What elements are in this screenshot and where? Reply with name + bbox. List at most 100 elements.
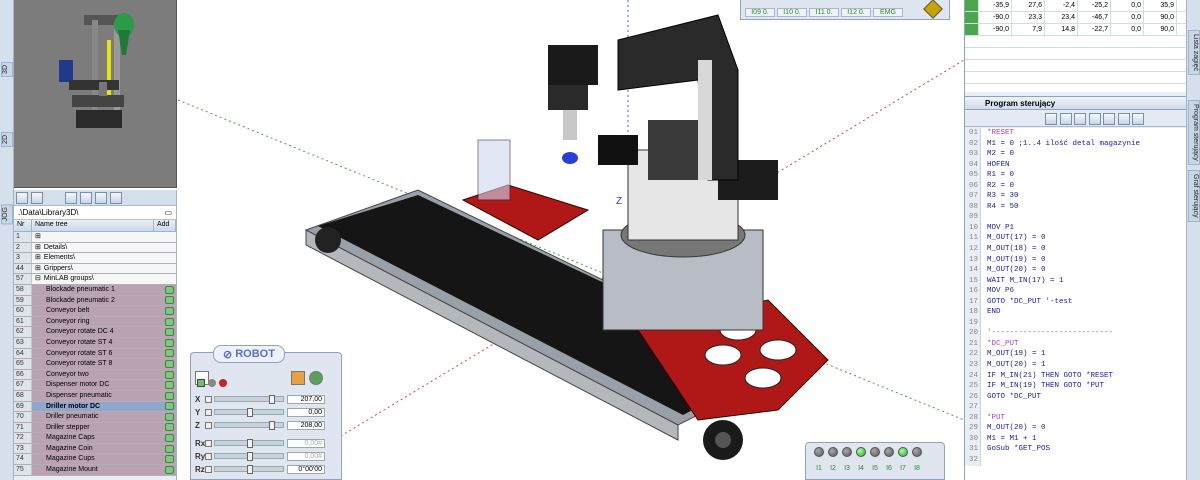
code-line[interactable]: 12 M_OUT(18) = 0 (965, 244, 1187, 255)
expand-icon[interactable]: ⊞ (35, 244, 41, 251)
coord-slider[interactable] (214, 452, 284, 461)
code-line[interactable]: 19 (965, 317, 1187, 329)
path-browse-icon[interactable]: ▭ (164, 208, 172, 217)
add-item-button[interactable] (162, 465, 176, 475)
code-line[interactable]: 17 GOTO *DC_PUT '-test (965, 296, 1187, 308)
expand-icon[interactable]: ⊞ (35, 233, 41, 240)
run-icon[interactable] (1074, 113, 1087, 125)
mode-red-icon[interactable] (219, 379, 227, 387)
list-icon[interactable] (1103, 113, 1116, 125)
decrement-icon[interactable] (205, 465, 212, 473)
add-item-button[interactable] (162, 359, 176, 369)
tree-item-row[interactable]: 71 Driller stepper (14, 422, 176, 434)
add-item-button[interactable] (162, 338, 176, 348)
code-line[interactable]: 03 M2 = 0 (965, 149, 1187, 160)
slider-thumb[interactable] (247, 452, 253, 461)
coord-value[interactable]: 0°00'00 (287, 464, 325, 474)
tree-item-row[interactable]: 70 Driller pneumatic (14, 412, 176, 423)
tree-group-row[interactable]: 44 ⊞ Grippers\ (14, 263, 176, 275)
coord-value[interactable]: 0,00 (287, 407, 325, 417)
decrement-icon[interactable] (205, 395, 212, 403)
tab-graf-sterujacy[interactable]: Graf sterujący (1188, 170, 1200, 222)
slider-thumb[interactable] (247, 465, 253, 474)
code-line[interactable]: 27 (965, 402, 1187, 413)
code-line[interactable]: 02 M1 = 0 ;1..4 ilość detal magazynie (965, 138, 1187, 150)
add-item-button[interactable] (162, 285, 176, 295)
tree-group-row[interactable]: 57 ⊟ MinLAB groups\ (14, 274, 176, 285)
coord-value[interactable]: 0,00# (287, 438, 325, 448)
coord-slider[interactable] (214, 421, 284, 430)
slider-thumb[interactable] (269, 395, 276, 404)
tree-item-row[interactable]: 59 Blockade pneumatic 2 (14, 295, 176, 307)
code-line[interactable]: 05 R1 = 0 (965, 170, 1187, 181)
tree-item-row[interactable]: 73 Magazine Coin (14, 443, 176, 455)
tree-item-row[interactable]: 63 Conveyor rotate ST 4 (14, 337, 176, 349)
decrement-icon[interactable] (205, 421, 212, 429)
position-row[interactable]: -90,0 23,3 23,4 -46,7 0,0 90,0 (965, 12, 1187, 24)
stop-icon[interactable] (1088, 113, 1101, 125)
coord-slider[interactable] (214, 465, 284, 474)
decrement-icon[interactable] (205, 408, 212, 416)
tab-program-sterujacy[interactable]: Program sterujący (1188, 100, 1200, 165)
code-line[interactable]: 11 M_OUT(17) = 0 (965, 233, 1187, 245)
tab-2d[interactable]: 2D (1, 132, 13, 147)
grid-view-icon[interactable] (31, 191, 43, 204)
slider-thumb[interactable] (247, 439, 253, 448)
col-name[interactable]: Name tree (32, 220, 154, 231)
tree-item-row[interactable]: 60 Conveyor belt (14, 306, 176, 317)
code-line[interactable]: 15 WAIT M_IN(17) = 1 (965, 275, 1187, 287)
coord-value[interactable]: 207,00 (287, 394, 325, 404)
slider-thumb[interactable] (269, 421, 276, 430)
col-add[interactable]: Add (154, 220, 176, 231)
add-item-button[interactable] (162, 380, 176, 390)
expand-icon[interactable]: ⊟ (35, 275, 41, 282)
add-item-button[interactable] (162, 444, 176, 454)
tree-item-row[interactable]: 68 Dispenser pneumatic (14, 390, 176, 402)
coord-value[interactable]: 208,00 (287, 420, 325, 430)
code-line[interactable]: 24 IF M_IN(21) THEN GOTO *RESET (965, 370, 1187, 382)
code-line[interactable]: 01 *RESET (965, 128, 1187, 139)
tree-item-row[interactable]: 66 Conveyor two (14, 369, 176, 381)
code-line[interactable]: 14 M_OUT(20) = 0 (965, 265, 1187, 276)
tree-item-row[interactable]: 75 Magazine Mount (14, 465, 176, 476)
library-path-bar[interactable]: .\Data\Library3D\ ▭ (14, 206, 176, 220)
code-line[interactable]: 23 M_OUT(20) = 1 (965, 360, 1187, 371)
coord-slider[interactable] (214, 395, 284, 404)
coord-value[interactable]: 0,00# (287, 451, 325, 461)
coord-slider[interactable] (214, 439, 284, 448)
code-line[interactable]: 21 *DC_PUT (965, 338, 1187, 350)
tree-item-row[interactable]: 64 Conveyor rotate ST 6 (14, 348, 176, 360)
add-item-button[interactable] (162, 412, 176, 422)
code-line[interactable]: 06 R2 = 0 (965, 180, 1187, 192)
outdent-icon[interactable] (1132, 113, 1145, 125)
add-item-button[interactable] (162, 327, 176, 337)
indent-icon[interactable] (1117, 113, 1130, 125)
coord-slider[interactable] (214, 408, 284, 417)
add-item-button[interactable] (162, 317, 176, 327)
tree-item-row[interactable]: 67 Dispenser motor DC (14, 380, 176, 391)
expand-icon[interactable]: ⊞ (35, 254, 41, 261)
code-line[interactable]: 29 M_OUT(20) = 0 (965, 423, 1187, 434)
add-item-button[interactable] (162, 296, 176, 306)
tab-lista-zagiec[interactable]: Lista zagięć (1188, 30, 1200, 75)
tree-item-row[interactable]: 74 Magazine Cups (14, 454, 176, 466)
tree-group-row[interactable]: 3 ⊞ Elements\ (14, 253, 176, 264)
code-line[interactable]: 07 R3 = 30 (965, 191, 1187, 202)
code-line[interactable]: 31 GoSub *GET_POS (965, 444, 1187, 455)
pick-icon[interactable] (95, 191, 107, 204)
decrement-icon[interactable] (205, 452, 212, 460)
tree-group-row[interactable]: 1 ⊞ (14, 232, 176, 243)
code-line[interactable]: 22 M_OUT(19) = 1 (965, 349, 1187, 361)
code-line[interactable]: 30 M1 = M1 + 1 (965, 433, 1187, 445)
add-item-button[interactable] (162, 391, 176, 401)
decrement-icon[interactable] (205, 439, 212, 447)
add-item-button[interactable] (162, 454, 176, 464)
compile-icon[interactable] (1059, 113, 1072, 125)
code-line[interactable]: 25 IF M_IN(19) THEN GOTO *PUT (965, 381, 1187, 392)
tree-item-row[interactable]: 65 Conveyor rotate ST 8 (14, 359, 176, 370)
add-item-button[interactable] (162, 423, 176, 433)
program-editor[interactable]: 01 *RESET 02 M1 = 0 ;1..4 ilość detal magaz… (965, 128, 1187, 480)
hex-icon[interactable] (923, 0, 943, 19)
code-line[interactable]: 32 (965, 454, 1187, 466)
code-line[interactable]: 20 '--------------------------- (965, 328, 1187, 339)
